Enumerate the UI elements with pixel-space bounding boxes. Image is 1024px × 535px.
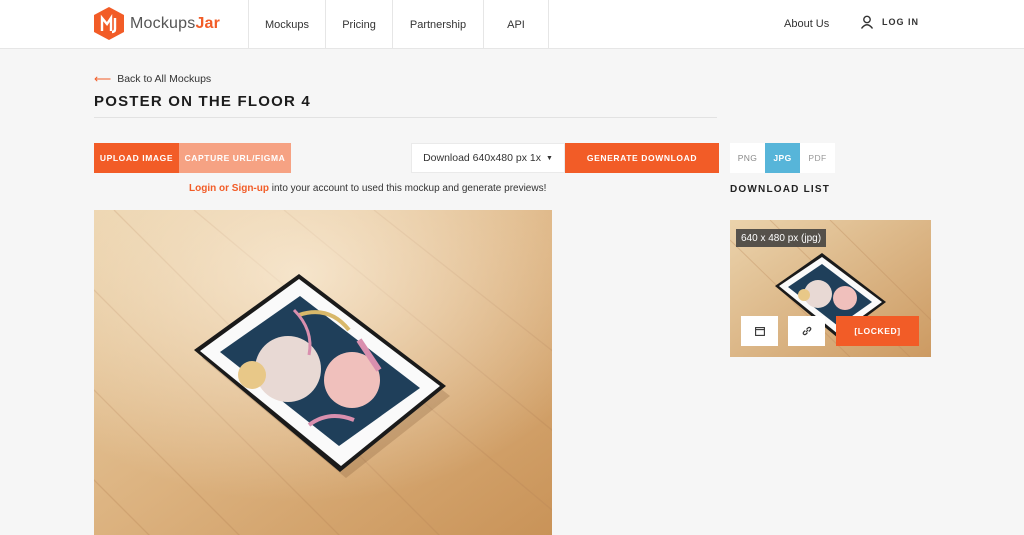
download-list-title: DOWNLOAD LIST xyxy=(730,184,831,195)
format-png-button[interactable]: PNG xyxy=(730,143,765,173)
main-nav: Mockups Pricing Partnership API xyxy=(248,0,549,49)
brand-name: MockupsJar xyxy=(130,14,221,32)
frame-icon xyxy=(754,326,765,336)
nav-pricing[interactable]: Pricing xyxy=(325,0,392,49)
nav-partnership[interactable]: Partnership xyxy=(392,0,483,49)
login-notice-text: into your account to used this mockup an… xyxy=(268,183,547,194)
logo-icon xyxy=(94,7,124,40)
page-title: POSTER ON THE FLOOR 4 xyxy=(94,93,311,110)
back-link[interactable]: ⟵ Back to All Mockups xyxy=(94,72,211,86)
format-jpg-button[interactable]: JPG xyxy=(765,143,800,173)
nav-mockups[interactable]: Mockups xyxy=(248,0,325,49)
brand-logo[interactable]: MockupsJar xyxy=(94,7,220,40)
download-size-select[interactable]: Download 640x480 px 1x ▼ xyxy=(411,143,565,173)
copy-link-button[interactable] xyxy=(788,316,825,346)
login-signup-link[interactable]: Login or Sign-up xyxy=(189,183,269,194)
capture-url-button[interactable]: CAPTURE URL/FIGMA xyxy=(179,143,291,173)
download-item-label: 640 x 480 px (jpg) xyxy=(736,229,827,247)
login-notice: Login or Sign-up into your account to us… xyxy=(189,183,546,194)
mockup-preview-image xyxy=(94,210,552,535)
open-preview-button[interactable] xyxy=(741,316,778,346)
link-icon xyxy=(802,326,811,336)
login-button[interactable]: LOG IN xyxy=(860,15,919,29)
format-pdf-button[interactable]: PDF xyxy=(800,143,835,173)
user-icon xyxy=(860,15,874,29)
arrow-left-icon: ⟵ xyxy=(94,72,112,86)
generate-download-button[interactable]: GENERATE DOWNLOAD xyxy=(565,143,719,173)
back-link-label: Back to All Mockups xyxy=(117,73,212,85)
title-divider xyxy=(94,117,717,118)
upload-image-button[interactable]: UPLOAD IMAGE xyxy=(94,143,179,173)
download-size-value: Download 640x480 px 1x xyxy=(423,152,541,164)
nav-api[interactable]: API xyxy=(483,0,549,49)
locked-download-button[interactable]: [LOCKED] xyxy=(836,316,919,346)
login-label: LOG IN xyxy=(882,17,919,27)
nav-about-us[interactable]: About Us xyxy=(784,18,829,30)
top-header: MockupsJar Mockups Pricing Partnership A… xyxy=(0,0,1024,49)
caret-down-icon: ▼ xyxy=(545,154,553,162)
